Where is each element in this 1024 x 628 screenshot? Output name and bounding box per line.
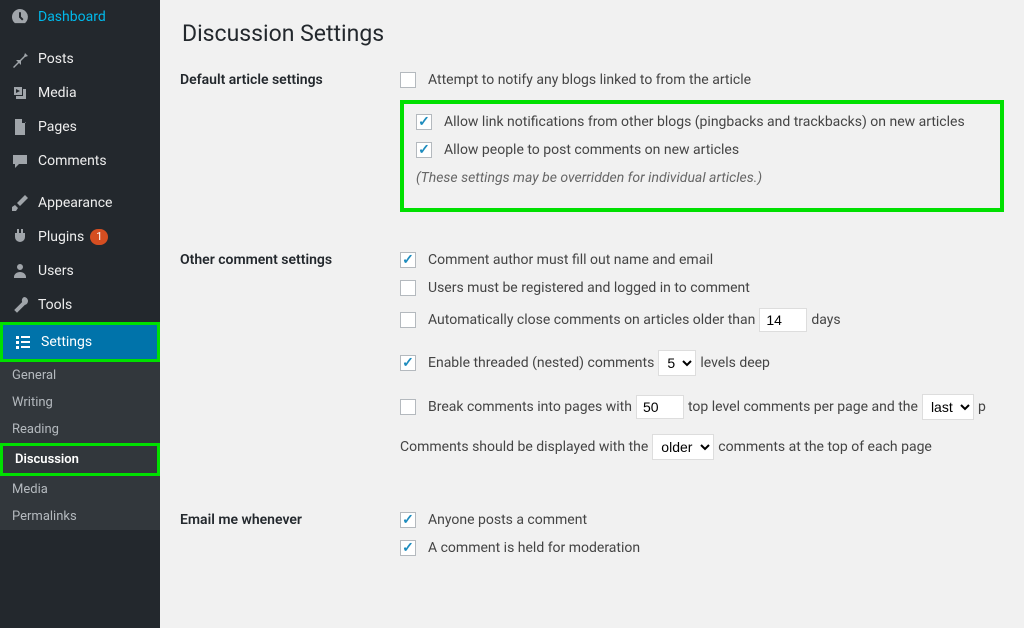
pages-icon: [10, 117, 30, 137]
field-label: top level comments per page and the: [688, 399, 918, 415]
dashboard-icon: [10, 7, 30, 27]
submenu-media[interactable]: Media: [0, 476, 160, 503]
users-icon: [10, 261, 30, 281]
comments-icon: [10, 151, 30, 171]
field-label: Attempt to notify any blogs linked to fr…: [428, 72, 751, 88]
submenu-permalinks[interactable]: Permalinks: [0, 503, 160, 530]
main-content: Discussion Settings Default article sett…: [160, 0, 1024, 628]
media-icon: [10, 83, 30, 103]
sidebar-label: Tools: [38, 297, 72, 313]
checkbox-pingbacks[interactable]: [416, 114, 432, 130]
sidebar-item-dashboard[interactable]: Dashboard: [0, 0, 160, 34]
sidebar-item-users[interactable]: Users: [0, 254, 160, 288]
sidebar-item-appearance[interactable]: Appearance: [0, 186, 160, 220]
submenu-reading[interactable]: Reading: [0, 416, 160, 443]
sidebar-item-plugins[interactable]: Plugins 1: [0, 220, 160, 254]
sidebar-label: Pages: [38, 119, 77, 135]
checkbox-email-held[interactable]: [400, 540, 416, 556]
field-label: p: [978, 399, 986, 415]
section-heading: Email me whenever: [180, 512, 400, 568]
select-page-default[interactable]: last: [922, 394, 974, 420]
sidebar-label: Appearance: [38, 195, 112, 211]
field-label: comments at the top of each page: [718, 439, 932, 455]
checkbox-autoclose[interactable]: [400, 312, 416, 328]
submenu-discussion[interactable]: Discussion: [0, 443, 160, 476]
checkbox-threaded[interactable]: [400, 355, 416, 371]
sidebar-item-posts[interactable]: Posts: [0, 42, 160, 76]
input-comments-per-page[interactable]: [636, 395, 684, 419]
select-thread-depth[interactable]: 5: [658, 350, 696, 376]
field-label: Break comments into pages with: [428, 399, 632, 415]
sidebar-label: Comments: [38, 153, 107, 169]
sidebar-item-media[interactable]: Media: [0, 76, 160, 110]
field-label: Enable threaded (nested) comments: [428, 355, 654, 371]
section-heading: Default article settings: [180, 72, 400, 212]
checkbox-registered[interactable]: [400, 280, 416, 296]
sidebar-item-tools[interactable]: Tools: [0, 288, 160, 322]
plugin-icon: [10, 227, 30, 247]
section-heading: Other comment settings: [180, 252, 400, 472]
update-badge: 1: [90, 229, 108, 245]
field-label: Comment author must fill out name and em…: [428, 252, 713, 268]
select-comment-order[interactable]: older: [652, 434, 714, 460]
section-email-whenever: Email me whenever Anyone posts a comment…: [180, 512, 1004, 568]
checkbox-break-pages[interactable]: [400, 399, 416, 415]
sidebar-label: Plugins: [38, 229, 84, 245]
settings-icon: [13, 332, 33, 352]
field-label: Anyone posts a comment: [428, 512, 587, 528]
field-label: Automatically close comments on articles…: [428, 312, 755, 328]
checkbox-email-anyone-posts[interactable]: [400, 512, 416, 528]
sidebar-item-settings[interactable]: Settings: [0, 322, 160, 362]
field-label: A comment is held for moderation: [428, 540, 640, 556]
sidebar-label: Users: [38, 263, 74, 279]
sidebar-item-comments[interactable]: Comments: [0, 144, 160, 178]
sidebar-item-pages[interactable]: Pages: [0, 110, 160, 144]
checkbox-notify-blogs[interactable]: [400, 72, 416, 88]
field-label: Allow people to post comments on new art…: [444, 142, 739, 158]
submenu-general[interactable]: General: [0, 362, 160, 389]
field-label: Users must be registered and logged in t…: [428, 280, 750, 296]
pin-icon: [10, 49, 30, 69]
field-label: Allow link notifications from other blog…: [444, 114, 965, 130]
checkbox-allow-comments[interactable]: [416, 142, 432, 158]
checkbox-name-email[interactable]: [400, 252, 416, 268]
wrench-icon: [10, 295, 30, 315]
sidebar-label: Settings: [41, 334, 92, 350]
section-other-comment: Other comment settings Comment author mu…: [180, 252, 1004, 472]
highlighted-settings: Allow link notifications from other blog…: [400, 100, 1004, 212]
field-label: Comments should be displayed with the: [400, 439, 648, 455]
field-label: days: [811, 312, 840, 328]
settings-hint: (These settings may be overridden for in…: [416, 170, 988, 186]
sidebar-label: Posts: [38, 51, 74, 67]
input-autoclose-days[interactable]: [759, 308, 807, 332]
field-label: levels deep: [700, 355, 770, 371]
page-title: Discussion Settings: [182, 20, 1004, 47]
section-default-article: Default article settings Attempt to noti…: [180, 72, 1004, 212]
sidebar-label: Dashboard: [38, 9, 106, 25]
admin-sidebar: Dashboard Posts Media Pages Comments App…: [0, 0, 160, 628]
sidebar-label: Media: [38, 85, 77, 101]
brush-icon: [10, 193, 30, 213]
submenu-writing[interactable]: Writing: [0, 389, 160, 416]
